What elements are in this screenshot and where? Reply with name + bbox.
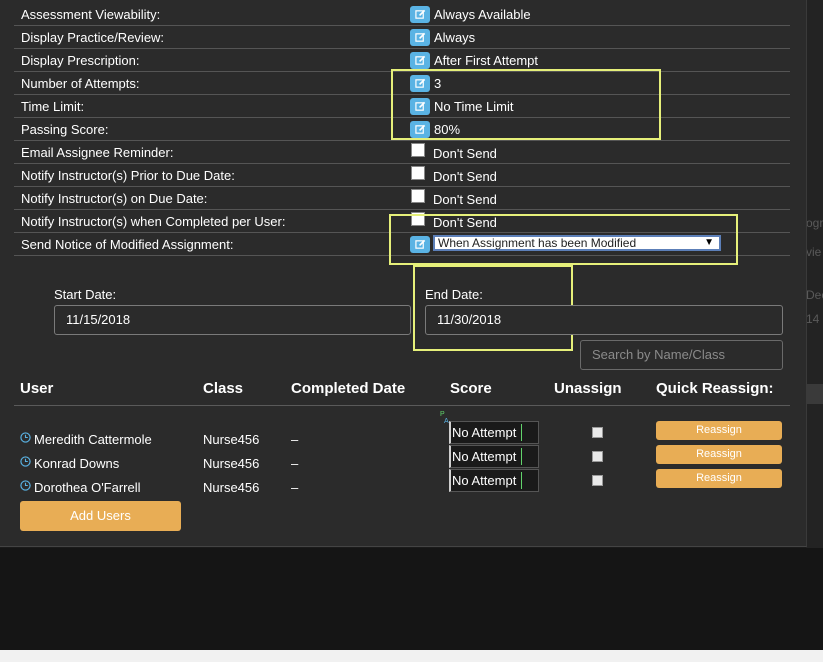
score-marker-a: A xyxy=(444,418,449,425)
unassign-checkbox[interactable] xyxy=(592,451,603,462)
setting-display-practice: Display Practice/Review: Always xyxy=(14,26,790,49)
edit-icon[interactable] xyxy=(410,6,430,23)
score-value: No Attempt xyxy=(452,473,517,488)
setting-notify-prior: Notify Instructor(s) Prior to Due Date: … xyxy=(14,164,790,187)
setting-label: Display Prescription: xyxy=(21,53,140,68)
user-name: Konrad Downs xyxy=(34,456,120,471)
notify-prior-checkbox[interactable] xyxy=(411,166,425,180)
search-input[interactable]: Search by Name/Class xyxy=(580,340,783,370)
clock-icon xyxy=(20,480,31,494)
setting-value: Don't Send xyxy=(433,192,497,207)
score-input[interactable]: No Attempt xyxy=(449,421,539,444)
setting-assessment-viewability: Assessment Viewability: Always Available xyxy=(14,3,790,26)
table-divider xyxy=(14,405,790,406)
completed-date: – xyxy=(291,480,299,495)
start-date-input[interactable]: 11/15/2018 xyxy=(54,305,411,335)
background-text: 14 xyxy=(806,312,820,326)
start-date-label: Start Date: xyxy=(54,287,117,302)
user-class: Nurse456 xyxy=(203,456,260,471)
column-header-user: User xyxy=(20,380,54,397)
setting-label: Send Notice of Modified Assignment: xyxy=(21,237,234,252)
end-date-input[interactable]: 11/30/2018 xyxy=(425,305,783,335)
score-value: No Attempt xyxy=(452,449,517,464)
setting-value: Don't Send xyxy=(433,169,497,184)
assignment-settings-modal: Assessment Viewability: Always Available… xyxy=(0,0,807,547)
setting-label: Email Assignee Reminder: xyxy=(21,145,174,160)
add-users-button[interactable]: Add Users xyxy=(20,501,181,531)
setting-label: Display Practice/Review: xyxy=(21,30,165,45)
background-text: ogr xyxy=(806,216,823,230)
edit-icon[interactable] xyxy=(410,29,430,46)
clock-icon xyxy=(20,432,31,446)
setting-email-reminder: Email Assignee Reminder: Don't Send xyxy=(14,141,790,164)
score-input[interactable]: No Attempt xyxy=(449,469,539,492)
user-class: Nurse456 xyxy=(203,480,260,495)
background-page-edge: ogr vie Dec 14 xyxy=(806,0,823,548)
unassign-checkbox[interactable] xyxy=(592,475,603,486)
setting-label: Time Limit: xyxy=(21,99,85,114)
background-overlay xyxy=(0,548,823,650)
page-footer-strip xyxy=(0,650,823,662)
column-header-class: Class xyxy=(203,380,244,397)
text-cursor xyxy=(521,448,522,465)
user-name: Dorothea O'Farrell xyxy=(34,480,141,495)
column-header-quick-reassign: Quick Reassign: xyxy=(656,380,774,397)
completed-date: – xyxy=(291,432,299,447)
unassign-checkbox[interactable] xyxy=(592,427,603,438)
score-marker-p: P xyxy=(440,411,445,418)
setting-label: Notify Instructor(s) Prior to Due Date: xyxy=(21,168,235,183)
highlight-box xyxy=(389,214,738,265)
completed-date: – xyxy=(291,456,299,471)
setting-notify-on-due: Notify Instructor(s) on Due Date: Don't … xyxy=(14,187,790,210)
score-input[interactable]: No Attempt xyxy=(449,445,539,468)
setting-value: Don't Send xyxy=(433,146,497,161)
setting-label: Notify Instructor(s) on Due Date: xyxy=(21,191,208,206)
setting-label: Passing Score: xyxy=(21,122,109,137)
setting-label: Notify Instructor(s) when Completed per … xyxy=(21,214,286,229)
edit-icon[interactable] xyxy=(410,52,430,69)
email-reminder-checkbox[interactable] xyxy=(411,143,425,157)
setting-label: Assessment Viewability: xyxy=(21,7,161,22)
user-class: Nurse456 xyxy=(203,432,260,447)
background-text: Dec xyxy=(806,288,823,302)
user-name: Meredith Cattermole xyxy=(34,432,152,447)
background-bar xyxy=(806,384,823,404)
column-header-unassign: Unassign xyxy=(554,380,622,397)
setting-value: After First Attempt xyxy=(434,53,539,68)
notify-on-due-checkbox[interactable] xyxy=(411,189,425,203)
setting-value: Always Available xyxy=(434,7,531,22)
setting-label: Number of Attempts: xyxy=(21,76,140,91)
reassign-button[interactable]: Reassign xyxy=(656,469,782,488)
setting-value: Always xyxy=(434,30,476,45)
highlight-box xyxy=(391,69,661,140)
clock-icon xyxy=(20,456,31,470)
score-pa-marker: P A xyxy=(440,411,449,425)
background-text: vie xyxy=(806,245,822,259)
column-header-completed-date: Completed Date xyxy=(291,380,406,397)
reassign-button[interactable]: Reassign xyxy=(656,421,782,440)
reassign-button[interactable]: Reassign xyxy=(656,445,782,464)
text-cursor xyxy=(521,424,522,441)
text-cursor xyxy=(521,472,522,489)
end-date-label: End Date: xyxy=(425,287,483,302)
column-header-score: Score xyxy=(450,380,492,397)
score-value: No Attempt xyxy=(452,425,517,440)
